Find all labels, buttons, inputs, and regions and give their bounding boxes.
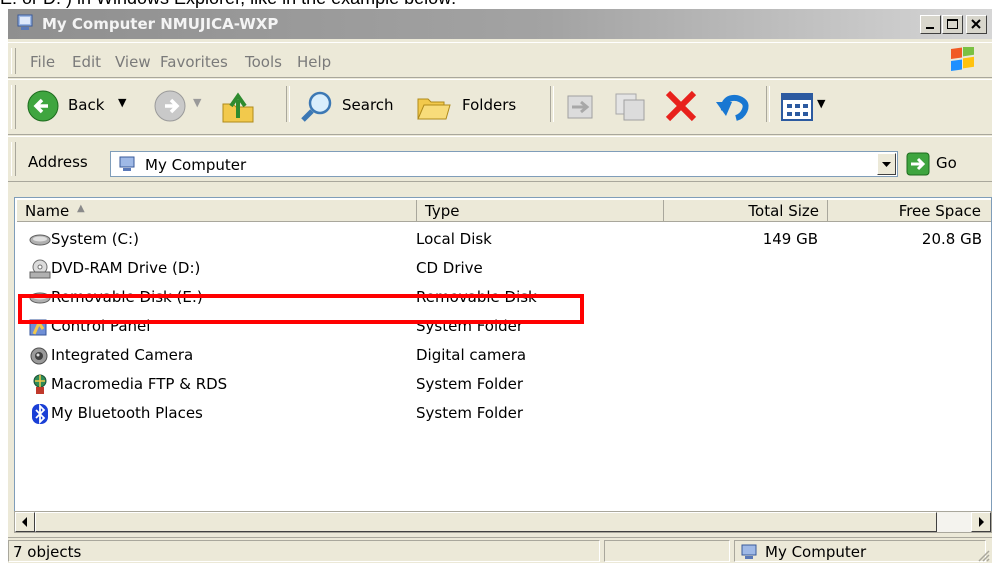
toolbar-grip [11,85,16,129]
views-button[interactable]: ▼ [780,90,840,124]
scroll-left-button[interactable] [15,512,35,532]
status-location-label: My Computer [765,543,867,561]
scroll-left-icon [22,517,27,527]
up-folder-icon[interactable] [220,90,256,124]
toolbar-separator [550,86,554,122]
address-value: My Computer [145,156,247,174]
item-type: Local Disk [416,230,492,248]
search-icon [301,91,332,122]
horizontal-scrollbar[interactable] [14,511,992,533]
sort-ascending-icon: ▲ [77,203,85,214]
forward-arrow-icon [154,90,186,122]
maximize-icon [947,19,958,29]
chevron-down-icon [882,162,891,167]
move-to-icon[interactable] [562,90,598,124]
list-item[interactable]: System (C:) Local Disk 149 GB 20.8 GB [15,226,991,255]
item-name: My Bluetooth Places [51,404,203,422]
status-location: My Computer [734,540,986,562]
go-label: Go [936,154,957,172]
maximize-button[interactable] [942,15,963,34]
status-pane-empty [604,540,730,562]
explorer-window: My Computer NMUJICA-WXP File Edit View F… [8,9,992,563]
column-header-free-space[interactable]: Free Space [828,200,991,222]
windows-logo-icon [951,47,974,72]
menu-bar: File Edit View Favorites Tools Help [8,42,992,78]
ftp-icon [33,374,47,394]
item-type: System Folder [416,404,524,422]
caption-text: E: or D: ) in Windows Explorer, like in … [0,0,456,8]
forward-dropdown-icon[interactable]: ▼ [193,96,201,109]
bluetooth-icon [32,403,48,425]
status-object-count: 7 objects [8,540,600,562]
search-button[interactable]: Search [300,86,412,126]
toolbar-separator [766,86,770,122]
go-arrow-icon [906,152,930,176]
go-button[interactable]: Go [906,151,986,177]
folders-label: Folders [462,96,517,114]
toolbar-separator [286,86,290,122]
column-header-type[interactable]: Type [417,200,664,222]
menu-file[interactable]: File [30,53,55,71]
item-name: DVD-RAM Drive (D:) [51,259,201,277]
address-dropdown-button[interactable] [877,153,896,175]
menu-grip [11,48,16,74]
menu-favorites[interactable]: Favorites [160,53,228,71]
standard-toolbar: Back ▼ ▼ Search Folders ▼ [8,79,992,135]
item-free-space: 20.8 GB [921,230,982,248]
item-type: CD Drive [416,259,483,277]
item-total-size: 149 GB [762,230,818,248]
highlight-box [18,294,584,324]
folders-icon [417,98,451,120]
address-grip [11,142,16,176]
column-header-name[interactable]: Name ▲ [17,200,417,222]
back-dropdown-icon[interactable]: ▼ [118,96,126,109]
back-label: Back [68,96,105,114]
camera-icon [30,347,48,365]
scrollbar-thumb[interactable] [35,512,937,532]
search-label: Search [342,96,394,114]
list-item[interactable]: Integrated Camera Digital camera [15,342,991,371]
delete-icon[interactable] [662,88,700,124]
address-input[interactable]: My Computer [110,151,898,177]
item-name: System (C:) [51,230,139,248]
copy-to-icon[interactable] [612,90,648,124]
views-dropdown-icon: ▼ [817,97,826,110]
computer-icon [119,156,135,171]
list-item[interactable]: DVD-RAM Drive (D:) CD Drive [15,255,991,284]
window-title: My Computer NMUJICA-WXP [42,15,279,33]
close-button[interactable] [966,15,987,34]
address-label: Address [28,153,88,171]
folders-button[interactable]: Folders [416,86,540,126]
views-icon [781,93,813,121]
scroll-right-icon [979,517,984,527]
back-button[interactable]: Back ▼ [26,86,146,126]
undo-icon[interactable] [714,88,752,124]
dvd-drive-icon [29,259,51,279]
menu-tools[interactable]: Tools [245,53,282,71]
menu-help[interactable]: Help [297,53,331,71]
menu-view[interactable]: View [115,53,151,71]
column-header-total-size[interactable]: Total Size [664,200,828,222]
computer-icon [17,14,33,30]
scroll-right-button[interactable] [971,512,991,532]
item-name: Macromedia FTP & RDS [51,375,228,393]
minimize-button[interactable] [920,15,941,34]
file-list: Name ▲ Type Total Size Free Space System… [14,197,992,512]
computer-icon [741,544,757,559]
item-type: System Folder [416,375,524,393]
list-item[interactable]: My Bluetooth Places System Folder [15,400,991,429]
resize-grip-icon[interactable] [976,548,990,562]
minimize-icon [926,27,934,29]
close-icon [971,19,981,29]
item-type: Digital camera [416,346,527,364]
forward-button[interactable]: ▼ [153,86,213,126]
title-bar[interactable]: My Computer NMUJICA-WXP [8,9,992,39]
hard-drive-icon [29,234,51,246]
item-name: Integrated Camera [51,346,194,364]
back-arrow-icon [27,90,59,122]
status-bar: 7 objects My Computer [8,537,992,563]
list-item[interactable]: Macromedia FTP & RDS System Folder [15,371,991,400]
menu-edit[interactable]: Edit [72,53,101,71]
